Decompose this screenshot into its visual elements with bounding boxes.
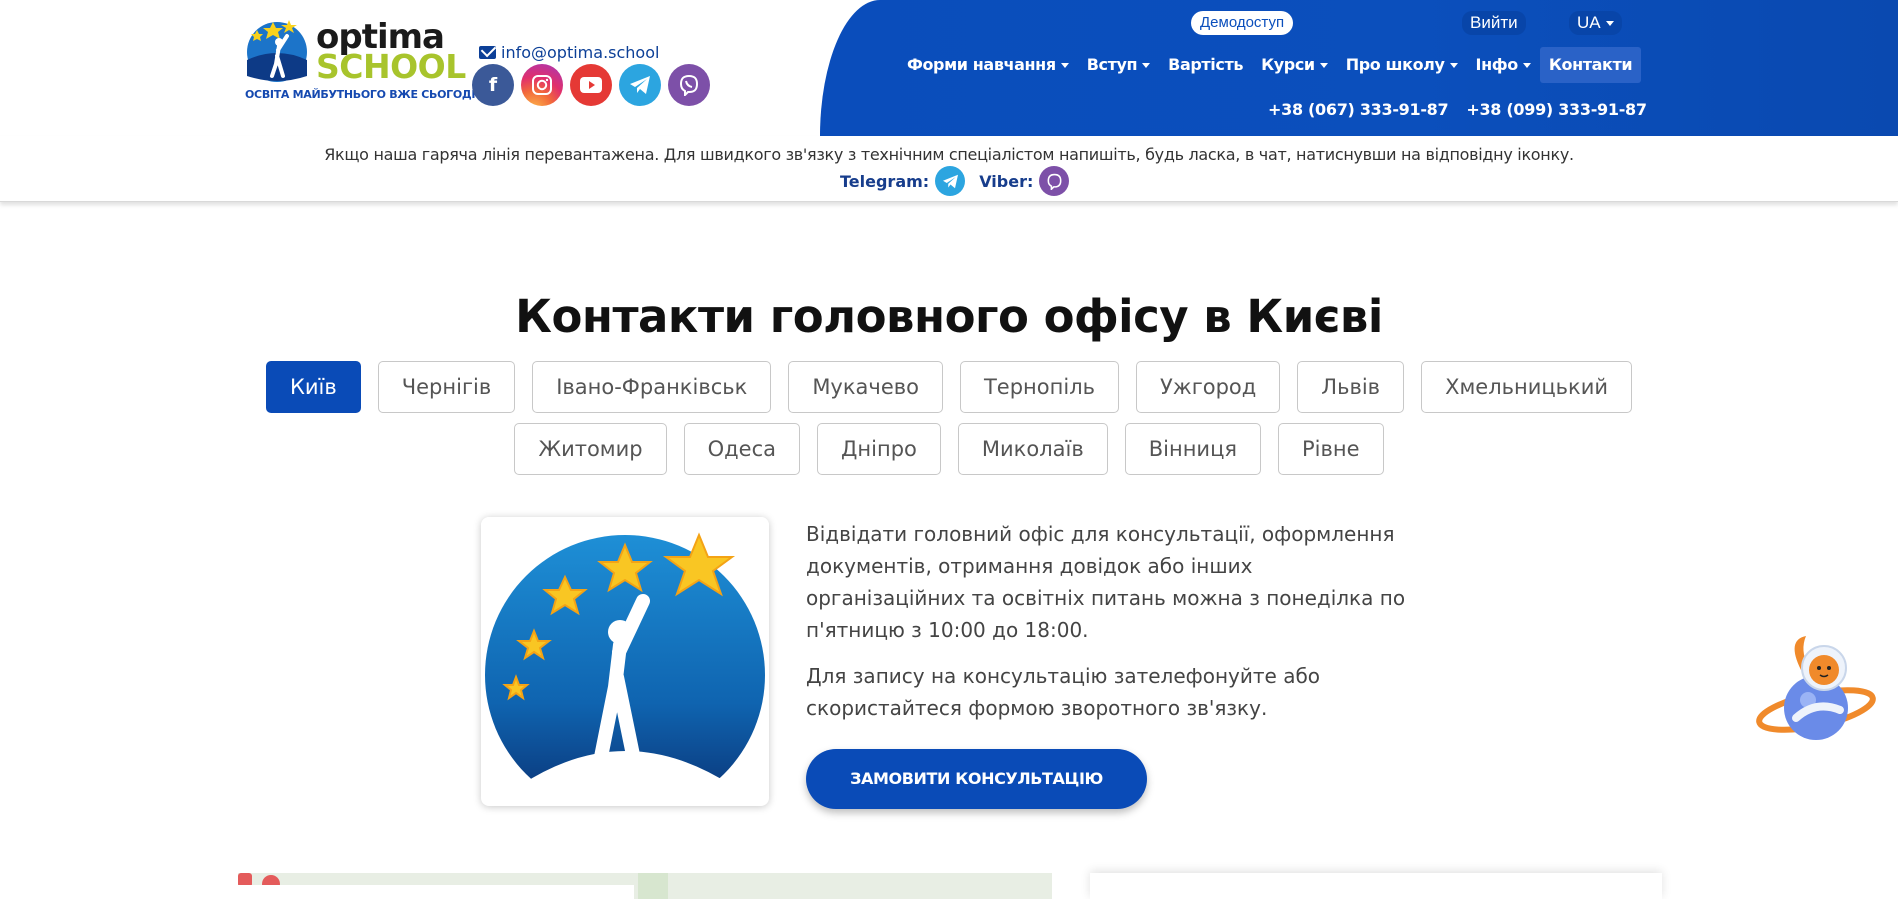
- phone-list: +38 (067) 333-91-87 +38 (099) 333-91-87: [1268, 100, 1647, 119]
- language-selector[interactable]: UA: [1569, 11, 1622, 35]
- main-nav: Форми навчання Вступ Вартість Курси Про …: [898, 47, 1642, 83]
- nav-item-courses[interactable]: Курси: [1252, 47, 1337, 83]
- telegram-glyph: [630, 76, 650, 94]
- site-logo[interactable]: optima SCHOOL ОСВІТА МАЙБУТНЬОГО ВЖЕ СЬО…: [243, 16, 484, 108]
- telegram-chat-icon[interactable]: [935, 166, 966, 196]
- school-emblem-icon: [481, 517, 769, 806]
- telegram-icon[interactable]: [619, 64, 661, 106]
- tab-city-zhytomyr[interactable]: Житомир: [514, 423, 667, 475]
- logo-word-school: SCHOOL: [316, 47, 466, 86]
- nav-label: Про школу: [1345, 55, 1445, 74]
- tab-city-ternopil[interactable]: Тернопіль: [959, 361, 1119, 413]
- viber-chat-icon[interactable]: [1039, 166, 1070, 196]
- tab-city-odesa[interactable]: Одеса: [683, 423, 801, 475]
- telegram-glyph: [942, 174, 958, 188]
- nav-label: Курси: [1261, 55, 1315, 74]
- telegram-label: Telegram:: [840, 171, 930, 191]
- chevron-down-icon: [1319, 63, 1328, 68]
- youtube-icon[interactable]: [570, 64, 612, 106]
- chevron-down-icon: [1449, 63, 1458, 68]
- nav-label: Форми навчання: [907, 55, 1056, 74]
- logo-slogan: ОСВІТА МАЙБУТНЬОГО ВЖЕ СЬОГОДНІ: [245, 88, 485, 101]
- map-info-box: [238, 885, 634, 899]
- office-map[interactable]: [238, 873, 1052, 899]
- city-tabs-row-1: Київ Чернігів Івано-Франківськ Мукачево …: [0, 361, 1898, 413]
- phone-link-2[interactable]: +38 (099) 333-91-87: [1466, 100, 1647, 119]
- chevron-down-icon: [1522, 63, 1531, 68]
- office-image: [481, 517, 769, 806]
- instagram-icon[interactable]: [521, 64, 563, 106]
- astronaut-cat-icon: [1756, 636, 1876, 740]
- viber-glyph: [679, 74, 699, 96]
- nav-label: Вартість: [1168, 55, 1244, 74]
- notice-contacts: Telegram: Viber:: [840, 166, 1070, 196]
- tab-city-uzhhorod[interactable]: Ужгород: [1136, 361, 1281, 413]
- nav-item-contacts[interactable]: Контакти: [1539, 47, 1642, 83]
- tab-city-kyiv[interactable]: Київ: [265, 361, 361, 413]
- language-label: UA: [1577, 13, 1601, 32]
- phone-link-1[interactable]: +38 (067) 333-91-87: [1268, 100, 1449, 119]
- chevron-down-icon: [1060, 63, 1069, 68]
- email-text: info@optima.school: [501, 43, 660, 62]
- notice-text: Якщо наша гаряча лінія перевантажена. Дл…: [324, 145, 1574, 164]
- nav-item-admission[interactable]: Вступ: [1078, 47, 1159, 83]
- nav-item-about[interactable]: Про школу: [1337, 47, 1467, 83]
- youtube-glyph: [580, 77, 602, 93]
- office-description: Відвідати головний офіс для консультації…: [806, 518, 1406, 738]
- nav-label: Контакти: [1548, 55, 1633, 74]
- instagram-glyph: [532, 75, 552, 95]
- chevron-down-icon: [1142, 63, 1151, 68]
- email-link[interactable]: info@optima.school: [479, 43, 659, 62]
- tab-city-dnipro[interactable]: Дніпро: [817, 423, 941, 475]
- chat-mascot-icon[interactable]: [1756, 630, 1876, 745]
- tab-city-vinnytsia[interactable]: Вінниця: [1124, 423, 1261, 475]
- office-hours-text: Відвідати головний офіс для консультації…: [806, 522, 1406, 642]
- chevron-down-icon: [1605, 21, 1614, 27]
- site-header: optima SCHOOL ОСВІТА МАЙБУТНЬОГО ВЖЕ СЬО…: [0, 0, 1898, 136]
- tab-city-rivne[interactable]: Рівне: [1278, 423, 1384, 475]
- nav-item-info[interactable]: Інфо: [1467, 47, 1540, 83]
- viber-glyph: [1047, 173, 1062, 190]
- tab-city-mukachevo[interactable]: Мукачево: [788, 361, 943, 413]
- nav-item-price[interactable]: Вартість: [1159, 47, 1252, 83]
- nav-item-study-forms[interactable]: Форми навчання: [898, 47, 1078, 83]
- tab-city-mykolaiv[interactable]: Миколаїв: [957, 423, 1108, 475]
- nav-label: Інфо: [1475, 55, 1519, 74]
- facebook-glyph: f: [488, 74, 498, 96]
- tab-city-lviv[interactable]: Львів: [1297, 361, 1405, 413]
- tab-city-ivano-frankivsk[interactable]: Івано-Франківськ: [532, 361, 772, 413]
- logo-mark-icon: [247, 20, 307, 82]
- envelope-icon: [479, 46, 496, 59]
- social-links: f: [472, 64, 710, 106]
- tab-city-khmelnytskyi[interactable]: Хмельницький: [1421, 361, 1633, 413]
- nav-label: Вступ: [1086, 55, 1138, 74]
- logout-button[interactable]: Вийти: [1462, 11, 1526, 35]
- order-consultation-button[interactable]: ЗАМОВИТИ КОНСУЛЬТАЦІЮ: [806, 749, 1147, 809]
- viber-label: Viber:: [979, 171, 1034, 191]
- consultation-text: Для запису на консультацію зателефонуйте…: [806, 664, 1321, 720]
- contact-form-panel: [1090, 873, 1662, 899]
- page-title: Контакти головного офісу в Києві: [515, 290, 1383, 343]
- hotline-notice: Якщо наша гаряча лінія перевантажена. Дл…: [0, 136, 1898, 202]
- map-park-area: [638, 873, 668, 899]
- viber-icon[interactable]: [668, 64, 710, 106]
- tab-city-chernihiv[interactable]: Чернігів: [377, 361, 516, 413]
- city-tabs-row-2: Житомир Одеса Дніпро Миколаїв Вінниця Рі…: [0, 423, 1898, 475]
- demo-access-button[interactable]: Демодоступ: [1191, 11, 1294, 35]
- facebook-icon[interactable]: f: [472, 64, 514, 106]
